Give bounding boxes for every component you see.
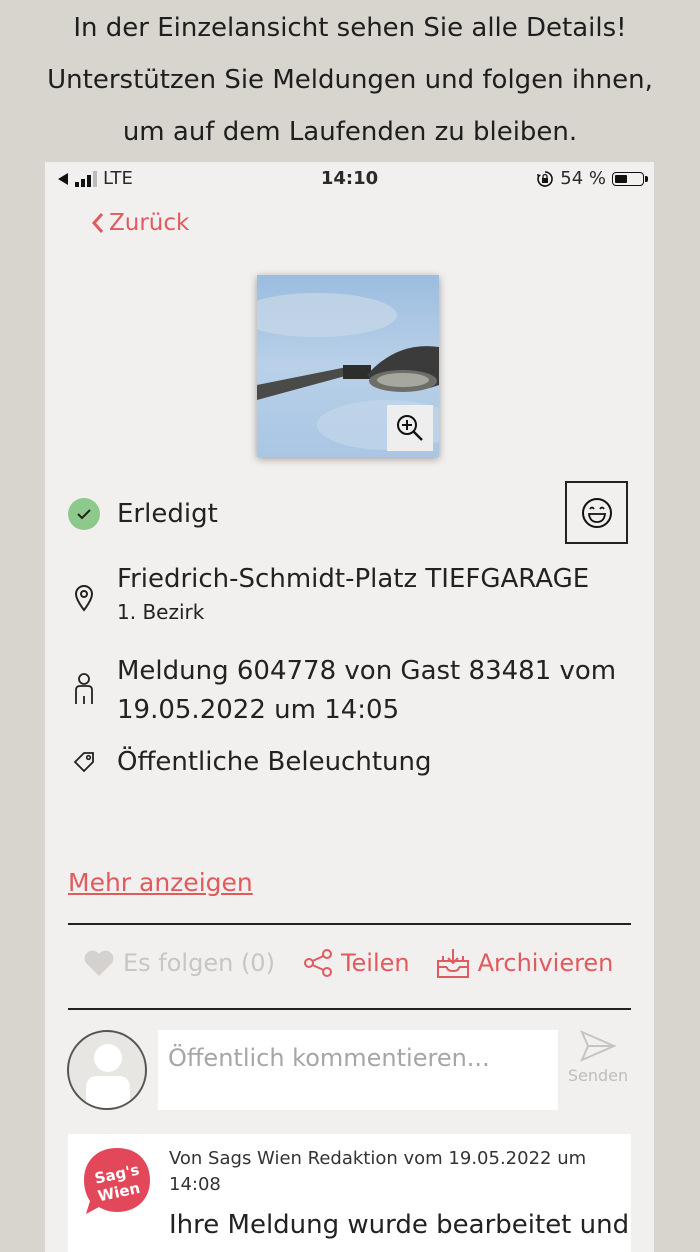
reaction-button[interactable] — [565, 481, 628, 544]
comment-meta: Von Sags Wien Redaktion vom 19.05.2022 u… — [169, 1148, 587, 1195]
rotation-lock-icon — [537, 170, 554, 187]
send-label: Senden — [567, 1066, 629, 1085]
battery-icon — [612, 171, 648, 186]
show-more-link[interactable]: Mehr anzeigen — [68, 868, 253, 897]
chevron-left-icon — [91, 213, 104, 233]
back-label: Zurück — [109, 210, 190, 236]
comment-text: Ihre Meldung wurde bearbeitet und — [169, 1210, 630, 1240]
follow-button[interactable]: Es folgen (0) — [83, 949, 275, 977]
divider — [68, 1008, 631, 1010]
share-button[interactable]: Teilen — [303, 948, 410, 978]
send-button[interactable]: Senden — [565, 1030, 631, 1085]
check-circle-icon — [68, 498, 100, 530]
district-text: 1. Bezirk — [117, 600, 205, 624]
caption-line-1: In der Einzelansicht sehen Sie alle Deta… — [73, 13, 627, 43]
zoom-in-icon — [397, 415, 423, 441]
smiley-icon — [581, 497, 612, 528]
caption-line-3: um auf dem Laufenden zu bleiben. — [122, 117, 578, 147]
action-bar: Es folgen (0) Teilen Archivieren — [83, 947, 613, 979]
reporter-row: Meldung 604778 von Gast 83481 vom 19.05.… — [67, 652, 616, 730]
address-row: Friedrich-Schmidt-Platz TIEFGARAGE 1. Be… — [67, 564, 589, 624]
report-meta-line-1: Meldung 604778 von Gast 83481 vom — [117, 656, 617, 686]
avatar — [67, 1030, 147, 1110]
category-text: Öffentliche Beleuchtung — [117, 747, 432, 777]
phone-screen: LTE 14:10 54 % Zurück Erledigt Friedrich… — [45, 162, 654, 1252]
archive-button[interactable]: Archivieren — [436, 947, 614, 979]
send-icon — [580, 1030, 617, 1062]
person-icon — [75, 673, 93, 704]
heart-icon — [84, 950, 114, 976]
user-silhouette-icon — [86, 1044, 130, 1108]
share-icon — [303, 949, 332, 977]
archive-icon — [436, 949, 469, 978]
report-photo[interactable] — [257, 275, 439, 457]
follow-label: Es folgen (0) — [123, 949, 275, 977]
archive-label: Archivieren — [477, 949, 614, 977]
share-label: Teilen — [340, 949, 410, 977]
status-bar: LTE 14:10 54 % — [45, 162, 654, 198]
caption-line-2: Unterstützen Sie Meldungen und folgen ih… — [47, 65, 653, 95]
tag-icon — [73, 752, 94, 773]
address-text: Friedrich-Schmidt-Platz TIEFGARAGE — [117, 564, 590, 594]
report-meta-line-2: 19.05.2022 um 14:05 — [117, 695, 400, 725]
battery-percent: 54 % — [560, 168, 606, 189]
divider — [68, 923, 631, 925]
location-pin-icon — [74, 585, 94, 612]
category-row: Öffentliche Beleuchtung — [67, 747, 432, 777]
comment-input[interactable]: Öffentlich kommentieren... — [158, 1030, 558, 1110]
battery-indicator: 54 % — [536, 168, 648, 189]
status-row: Erledigt — [67, 498, 218, 530]
comment-card: Sag's Wien Von Sags Wien Redaktion vom 1… — [68, 1134, 631, 1252]
zoom-button[interactable] — [387, 405, 433, 451]
back-button[interactable]: Zurück — [91, 210, 189, 236]
sags-wien-logo: Sag's Wien — [84, 1148, 150, 1214]
status-label: Erledigt — [117, 499, 218, 529]
